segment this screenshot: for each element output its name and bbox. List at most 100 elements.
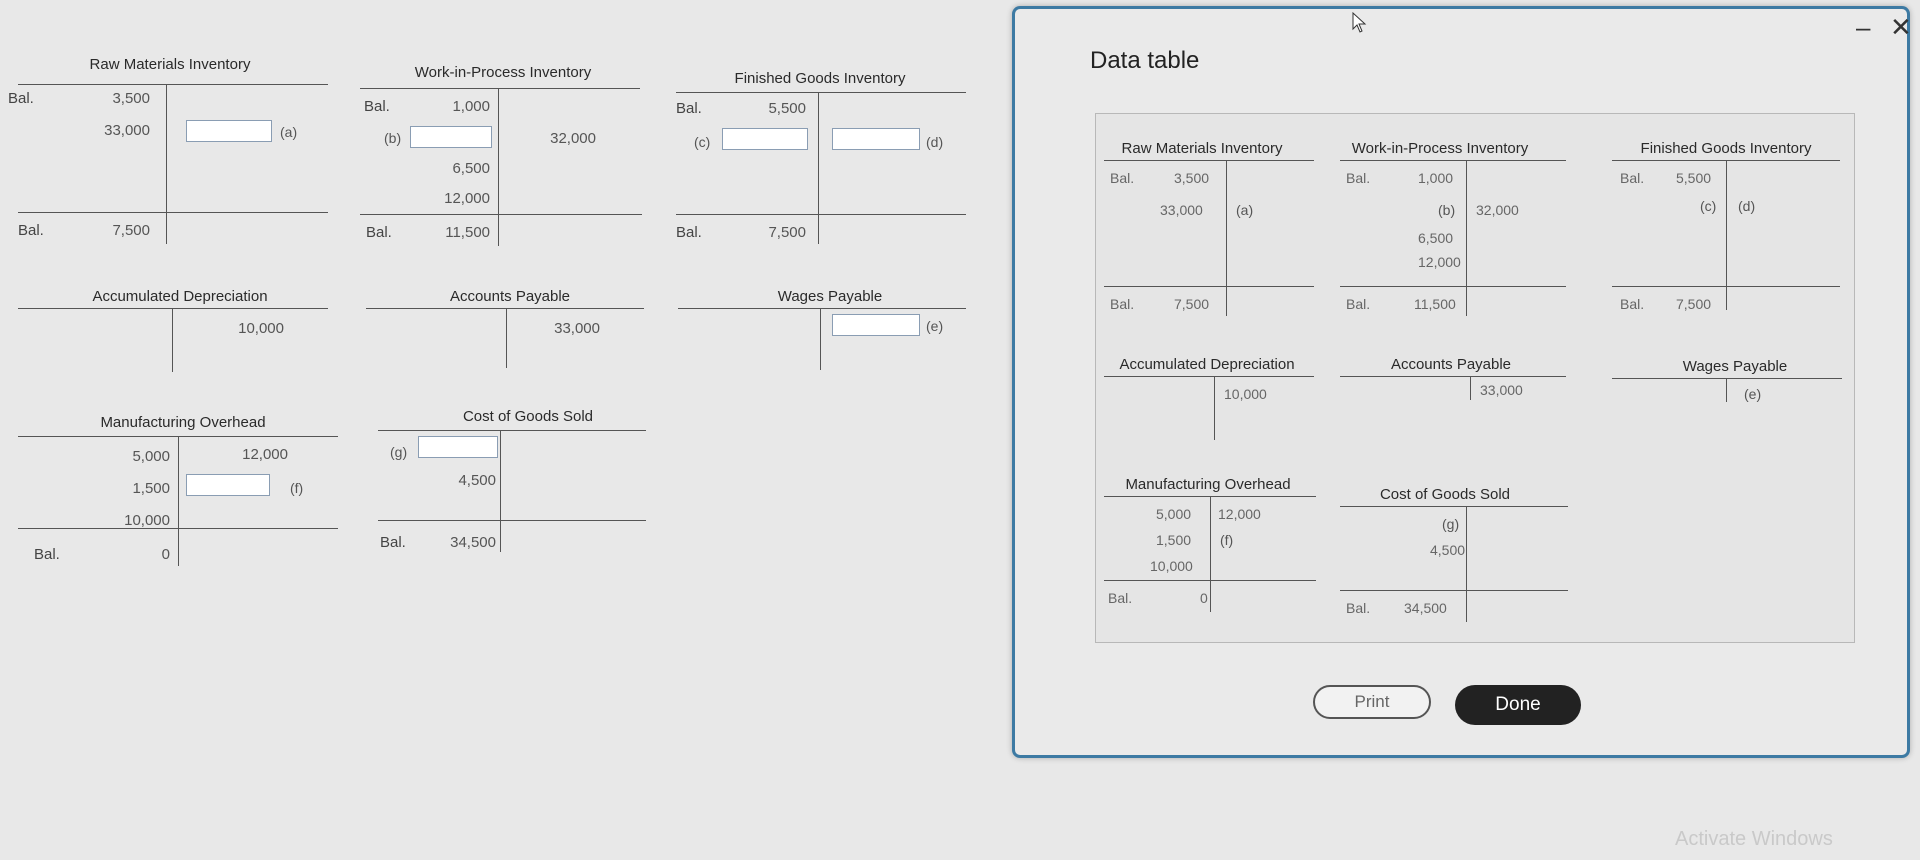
tag-a: (a) (280, 124, 298, 140)
credit-amount: 33,000 (1480, 382, 1523, 398)
t-top-line (1104, 160, 1314, 161)
beg-balance: 1,000 (452, 98, 490, 115)
end-bal-label: Bal. (380, 534, 406, 551)
t-vertical-line (498, 88, 499, 246)
account-title: Manufacturing Overhead (100, 414, 266, 431)
debit-amount: 5,000 (132, 448, 170, 465)
tag-c: (c) (1700, 198, 1717, 214)
mouse-cursor-icon (1352, 12, 1367, 33)
t-top-line (1340, 506, 1568, 507)
t-top-line (378, 430, 646, 431)
t-vertical-line (820, 308, 821, 370)
t-top-line (18, 84, 328, 85)
beg-balance: 5,500 (768, 100, 806, 117)
beg-balance: 3,500 (1174, 170, 1210, 186)
tag-g: (g) (390, 444, 408, 460)
answer-input-d[interactable] (832, 128, 920, 150)
debit-amount: 6,500 (452, 160, 490, 177)
account-title: Wages Payable (1682, 358, 1788, 375)
t-bottom-line (1340, 286, 1566, 287)
answer-input-a[interactable] (186, 120, 272, 142)
tag-b: (b) (384, 130, 402, 146)
end-balance: 7,500 (1676, 296, 1712, 312)
tag-d: (d) (926, 134, 944, 150)
debit-amount: 1,500 (1156, 532, 1192, 548)
debit-amount: 10,000 (124, 512, 170, 529)
tag-b: (b) (1438, 202, 1456, 218)
debit-amount: 6,500 (1418, 230, 1454, 246)
answer-input-g[interactable] (418, 436, 498, 458)
credit-amount: 33,000 (554, 320, 600, 337)
done-button[interactable]: Done (1455, 685, 1581, 725)
answer-input-c[interactable] (722, 128, 808, 150)
tag-f: (f) (290, 480, 304, 496)
end-bal-label: Bal. (676, 224, 702, 241)
end-bal-label: Bal. (366, 224, 392, 241)
end-bal-label: Bal. (1108, 590, 1133, 606)
end-balance: 11,500 (445, 224, 490, 241)
beg-balance: 1,000 (1418, 170, 1454, 186)
t-vertical-line (172, 308, 173, 372)
t-bottom-line (1340, 590, 1568, 591)
close-icon[interactable]: ✕ (1890, 12, 1912, 43)
tag-e: (e) (1744, 386, 1762, 402)
account-title: Cost of Goods Sold (462, 408, 594, 425)
account-title: Finished Goods Inventory (734, 70, 906, 87)
t-top-line (1340, 376, 1566, 377)
answer-input-e[interactable] (832, 314, 920, 336)
bal-label: Bal. (1110, 170, 1135, 186)
t-vertical-line (500, 430, 501, 552)
debit-amount: 12,000 (444, 190, 490, 207)
minimize-icon[interactable]: – (1856, 12, 1870, 43)
account-title: Work-in-Process Inventory (414, 64, 592, 81)
end-balance: 0 (1200, 590, 1208, 606)
end-balance: 34,500 (450, 534, 496, 551)
data-table-panel: Raw Materials Inventory Bal. 3,500 33,00… (1095, 113, 1855, 643)
t-bottom-line (18, 528, 338, 529)
debit-amount: 33,000 (1160, 202, 1203, 218)
end-balance: 0 (161, 546, 170, 563)
account-title: Work-in-Process Inventory (1351, 140, 1529, 157)
t-vertical-line (1226, 160, 1227, 316)
tag-e: (e) (926, 318, 944, 334)
t-vertical-line (178, 436, 179, 566)
credit-amount: 32,000 (550, 130, 596, 147)
t-top-line (1612, 378, 1842, 379)
account-title: Wages Payable (777, 288, 883, 305)
t-vertical-line (1214, 376, 1215, 440)
account-title: Manufacturing Overhead (1125, 476, 1291, 493)
t-top-line (676, 92, 966, 93)
data-table-dialog: Data table Raw Materials Inventory Bal. … (1012, 6, 1910, 758)
answer-input-b[interactable] (410, 126, 492, 148)
bal-label: Bal. (1346, 170, 1371, 186)
answer-input-f[interactable] (186, 474, 270, 496)
end-bal-label: Bal. (1346, 600, 1371, 616)
t-bottom-line (360, 214, 642, 215)
account-title: Cost of Goods Sold (1379, 486, 1511, 503)
bal-label: Bal. (676, 100, 702, 117)
t-vertical-line (1726, 160, 1727, 310)
t-top-line (360, 88, 640, 89)
end-balance: 7,500 (1174, 296, 1210, 312)
tag-g: (g) (1442, 516, 1460, 532)
t-top-line (1104, 376, 1314, 377)
end-bal-label: Bal. (1110, 296, 1135, 312)
account-title: Raw Materials Inventory (1121, 140, 1283, 157)
end-balance: 34,500 (1404, 600, 1447, 616)
debit-amount: 4,500 (1430, 542, 1466, 558)
t-vertical-line (1470, 376, 1471, 400)
t-top-line (678, 308, 966, 309)
t-vertical-line (506, 308, 507, 368)
tag-c: (c) (694, 134, 711, 150)
t-top-line (366, 308, 644, 309)
dialog-title: Data table (1090, 47, 1200, 74)
print-button[interactable]: Print (1313, 685, 1431, 719)
t-bottom-line (676, 214, 966, 215)
debit-amount: 1,500 (132, 480, 170, 497)
account-title: Accounts Payable (1390, 356, 1512, 373)
debit-amount: 33,000 (104, 122, 150, 139)
end-balance: 11,500 (1414, 296, 1456, 312)
tag-d: (d) (1738, 198, 1756, 214)
tag-a: (a) (1236, 202, 1254, 218)
account-title: Accumulated Depreciation (92, 288, 268, 305)
